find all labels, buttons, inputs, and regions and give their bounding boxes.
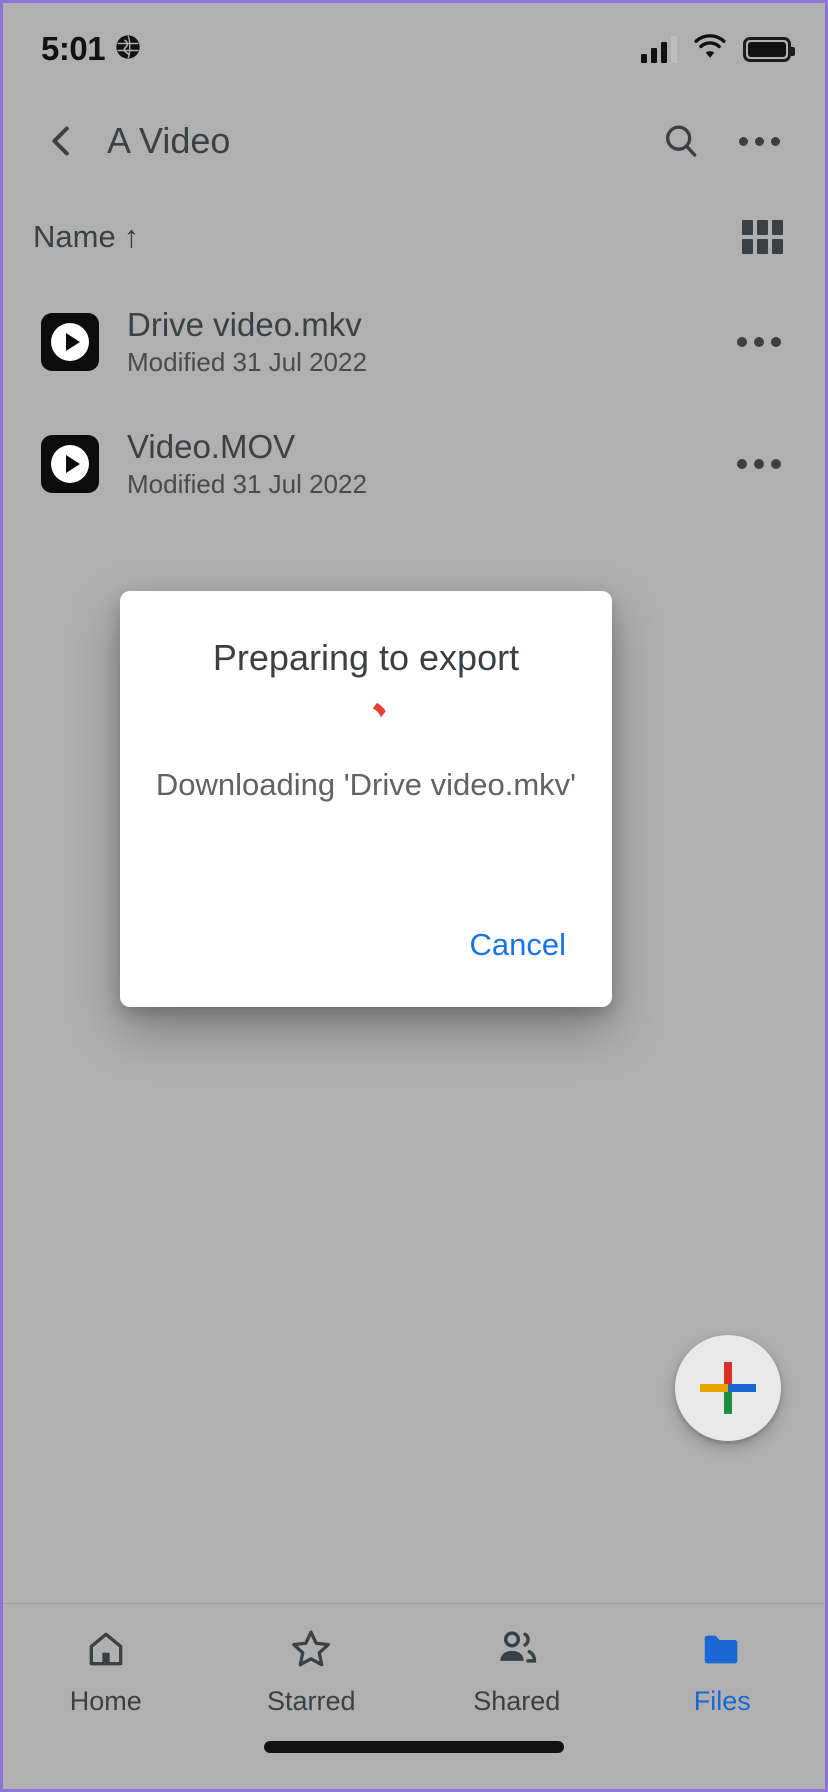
dialog-title: Preparing to export	[212, 637, 520, 678]
cancel-button[interactable]: Cancel	[460, 913, 577, 977]
dialog-message: Downloading 'Drive video.mkv'	[155, 767, 577, 802]
export-progress-dialog: Preparing to export Downloading 'Drive v…	[120, 591, 612, 1007]
phone-screen: 5:01 A Video Name ↑ Drive video.mkv Modi…	[0, 0, 828, 1792]
spinner-container	[120, 679, 612, 767]
loading-spinner-icon	[334, 691, 399, 756]
dialog-actions: Cancel	[120, 913, 612, 1007]
